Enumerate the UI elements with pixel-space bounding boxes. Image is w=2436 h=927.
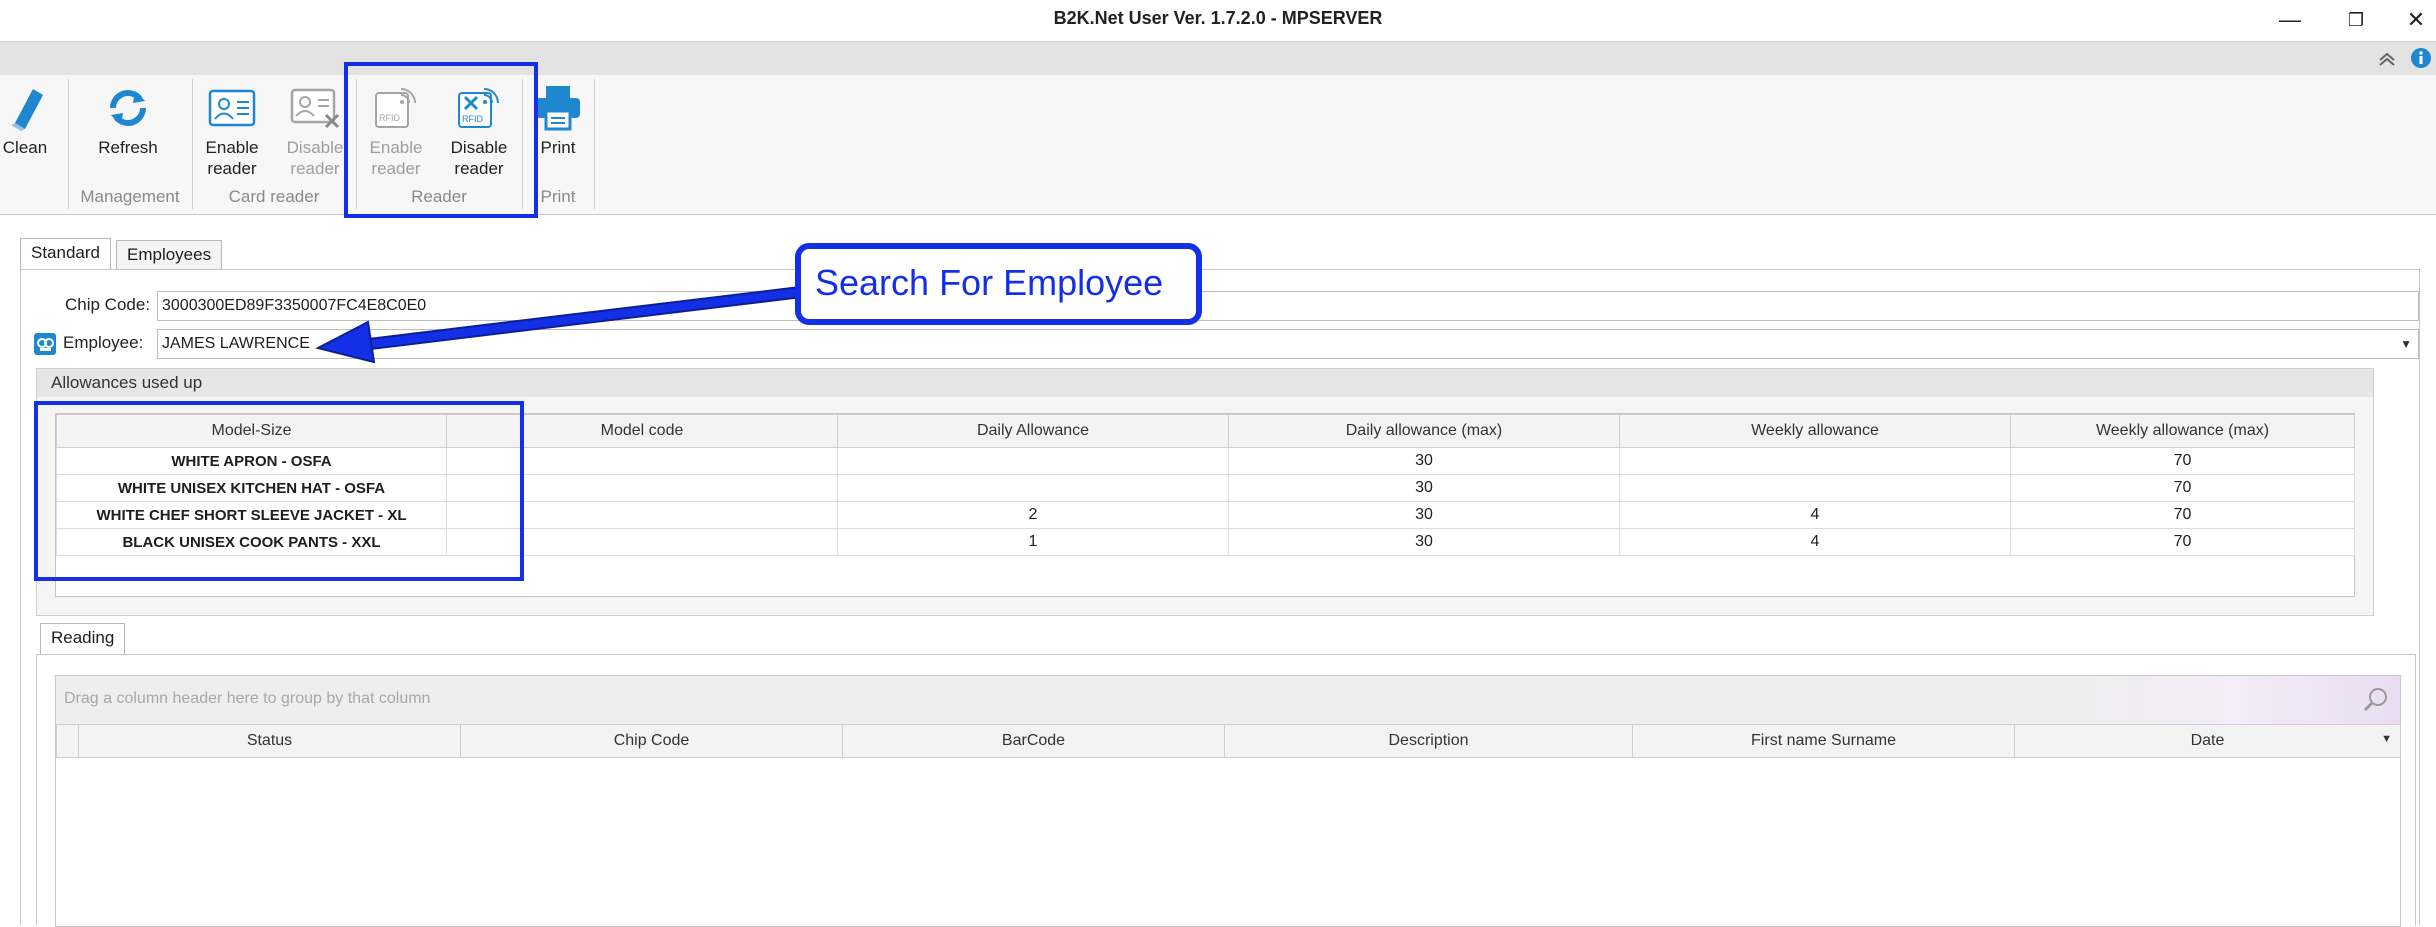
annotation-arrow bbox=[315, 285, 804, 364]
search-for-employee-callout: Search For Employee bbox=[795, 243, 1202, 325]
